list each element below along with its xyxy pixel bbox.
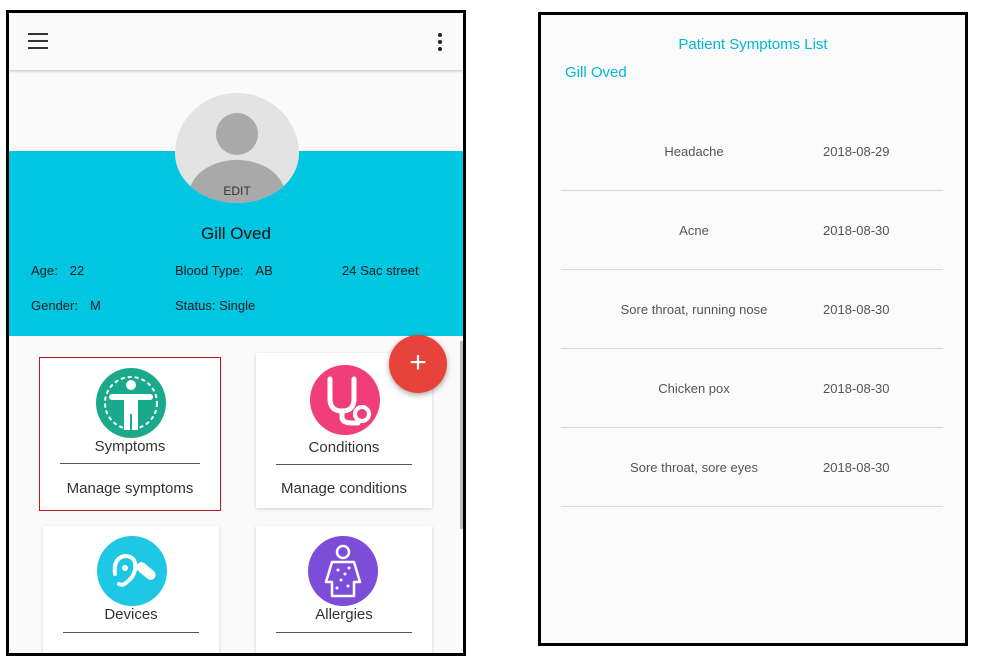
symptom-name: Sore throat, sore eyes: [630, 460, 758, 475]
gender-value: M: [89, 298, 101, 313]
symptom-name: Sore throat, running nose: [620, 302, 768, 317]
symptom-date: 2018-08-30: [823, 223, 890, 238]
gender-label: Gender:: [31, 298, 78, 313]
patient-name: Gill Oved: [201, 224, 271, 243]
person-body-icon: [96, 368, 166, 438]
card-subtitle: Manage symptoms: [66, 480, 194, 497]
add-button[interactable]: +: [389, 335, 447, 393]
symptoms-card[interactable]: Symptoms Manage symptoms: [39, 357, 221, 511]
symptom-date: 2018-08-29: [823, 144, 890, 159]
age-label: Age:: [31, 263, 58, 278]
card-title: Symptoms: [94, 438, 166, 455]
symptom-name: Chicken pox: [658, 381, 730, 396]
list-title: Patient Symptoms List: [678, 36, 828, 53]
card-title: Allergies: [315, 606, 373, 623]
status-info: Status: Single: [175, 298, 255, 313]
blood-type-value: AB: [255, 263, 273, 278]
card-divider: [63, 632, 199, 633]
blood-type-label: Blood Type:: [175, 263, 244, 278]
status-label: Status:: [175, 298, 216, 313]
symptom-row[interactable]: Chicken pox 2018-08-30: [561, 348, 943, 428]
blood-type-info: Blood Type: AB: [175, 263, 273, 278]
app-bar: [9, 13, 463, 70]
more-options-icon[interactable]: [437, 33, 443, 51]
gender-info: Gender: M: [31, 298, 101, 313]
symptom-name: Acne: [679, 223, 709, 238]
symptom-row[interactable]: Acne 2018-08-30: [561, 190, 943, 270]
card-divider: [276, 632, 412, 633]
allergies-card[interactable]: Allergies: [256, 526, 432, 653]
age-value: 22: [69, 263, 85, 278]
scrollbar[interactable]: [460, 341, 463, 529]
card-divider: [60, 463, 200, 464]
symptom-row[interactable]: Sore throat, running nose 2018-08-30: [561, 269, 943, 349]
devices-card[interactable]: Devices: [43, 526, 219, 653]
avatar-edit-label[interactable]: EDIT: [175, 184, 299, 198]
symptom-name: Headache: [664, 144, 724, 159]
avatar-head: [216, 113, 258, 155]
address-info: 24 Sac street: [342, 263, 419, 278]
card-divider: [276, 464, 412, 465]
status-value: Single: [219, 298, 256, 313]
hearing-aid-icon: [97, 536, 167, 606]
menu-icon[interactable]: [28, 33, 48, 49]
symptom-row[interactable]: Sore throat, sore eyes 2018-08-30: [561, 427, 943, 507]
symptoms-list-screen: Patient Symptoms List Gill Oved Headache…: [538, 12, 968, 646]
avatar[interactable]: EDIT: [175, 93, 299, 203]
symptom-row[interactable]: Headache 2018-08-29: [561, 111, 943, 191]
body-rash-icon: [308, 536, 378, 606]
patient-profile-screen: EDIT Gill Oved Age: 22 Blood Type: AB 24 S…: [6, 10, 466, 656]
card-title: Devices: [104, 606, 158, 623]
symptom-date: 2018-08-30: [823, 381, 890, 396]
list-patient-name: Gill Oved: [565, 64, 627, 81]
age-info: Age: 22: [31, 263, 84, 278]
card-subtitle: Manage conditions: [281, 480, 407, 497]
symptom-date: 2018-08-30: [823, 302, 890, 317]
stethoscope-icon: [310, 365, 380, 435]
card-title: Conditions: [308, 439, 380, 456]
symptom-date: 2018-08-30: [823, 460, 890, 475]
